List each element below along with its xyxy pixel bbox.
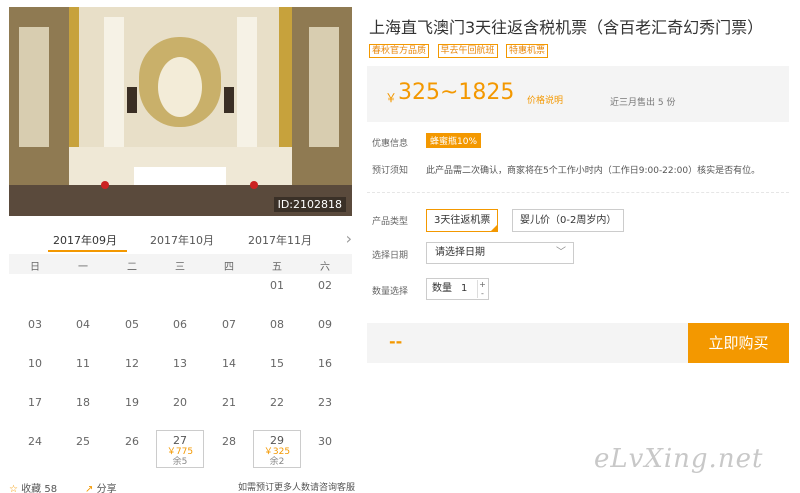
weekday-label: 四 — [224, 262, 234, 273]
tab-month-nov[interactable]: 2017年11月 — [248, 232, 312, 248]
calendar-day: 25 — [76, 435, 90, 448]
active-month-underline — [48, 250, 127, 252]
quantity-prefix: 数量 — [432, 283, 452, 294]
calendar-day: 28 — [222, 435, 236, 448]
price-note-link[interactable]: 价格说明 — [527, 93, 563, 106]
product-tags: 春秋官方品质 早去午回航班 特惠机票 — [369, 43, 553, 58]
calendar-day: 30 — [318, 435, 332, 448]
calendar-day: 17 — [28, 396, 42, 409]
favorite-button[interactable]: ☆ 收藏 58 — [9, 480, 57, 493]
selected-corner-icon — [490, 224, 499, 232]
weekday-label: 一 — [78, 262, 88, 273]
calendar-day-available[interactable]: 29 ￥325 余2 — [253, 430, 301, 468]
share-button[interactable]: ↗ 分享 — [85, 480, 117, 493]
discount-label: 优惠信息 — [372, 139, 409, 149]
price-box: ￥ 325~1825 价格说明 近三月售出 5 份 — [367, 66, 789, 122]
sold-count: 近三月售出 5 份 — [610, 98, 676, 108]
calendar-day: 04 — [76, 318, 90, 331]
star-icon: ☆ — [9, 484, 18, 493]
calendar-grid: 01 02 03 04 05 06 07 08 09 10 11 12 13 1… — [9, 274, 352, 472]
calendar-day: 02 — [318, 279, 332, 292]
calendar-day: 01 — [270, 279, 284, 292]
notice-text: 此产品需二次确认，商家将在5个工作小时内（工作日9:00-22:00）核实是否有… — [426, 166, 761, 176]
weekday-header: 日 一 二 三 四 五 六 — [9, 254, 352, 274]
date-label: 选择日期 — [372, 251, 409, 261]
weekday-label: 三 — [175, 262, 185, 273]
chevron-down-icon: ﹀ — [556, 247, 566, 258]
calendar-day: 08 — [270, 318, 284, 331]
calendar-day: 16 — [318, 357, 332, 370]
calendar-day: 09 — [318, 318, 332, 331]
product-tag: 特惠机票 — [506, 44, 549, 58]
weekday-label: 六 — [320, 262, 330, 273]
site-watermark: eLvXing.net — [594, 444, 764, 474]
tab-month-sep[interactable]: 2017年09月 — [53, 232, 117, 248]
quantity-steps: + - — [477, 280, 487, 298]
notice-label: 预订须知 — [372, 166, 409, 176]
calendar-day: 13 — [173, 357, 187, 370]
calendar-day: 06 — [173, 318, 187, 331]
product-type-label: 产品类型 — [372, 217, 409, 227]
calendar-day: 22 — [270, 396, 284, 409]
day-price: ￥325 — [263, 447, 291, 457]
discount-badge: 蜂蜜瓶10% — [426, 133, 482, 148]
favorite-label: 收藏 — [21, 484, 42, 493]
calendar-day: 21 — [222, 396, 236, 409]
product-tag: 春秋官方品质 — [369, 44, 430, 58]
day-stock: 余2 — [269, 457, 285, 467]
calendar-day: 24 — [28, 435, 42, 448]
option-infant-price[interactable]: 婴儿价（0-2周岁内） — [512, 209, 625, 232]
calendar-day: 12 — [125, 357, 139, 370]
calendar-day: 26 — [125, 435, 139, 448]
product-title: 上海直飞澳门3天往返含税机票（含百老汇奇幻秀门票） — [369, 18, 764, 37]
product-tag: 早去午回航班 — [437, 44, 498, 58]
weekday-label: 二 — [127, 262, 137, 273]
total-price: -- — [389, 332, 403, 351]
day-price: ￥775 — [166, 447, 194, 457]
calendar-day: 18 — [76, 396, 90, 409]
share-label: 分享 — [96, 484, 117, 493]
option-roundtrip-ticket[interactable]: 3天往返机票 — [426, 209, 499, 232]
quantity-stepper[interactable]: 数量 1 + - — [426, 278, 489, 300]
weekday-label: 五 — [272, 262, 282, 273]
tab-month-oct[interactable]: 2017年10月 — [150, 232, 214, 248]
calendar-day: 15 — [270, 357, 284, 370]
share-icon: ↗ — [85, 484, 94, 493]
chevron-right-icon[interactable]: › — [346, 229, 352, 248]
quantity-value[interactable]: 1 — [461, 279, 467, 299]
calendar-day: 10 — [28, 357, 42, 370]
calendar-day: 19 — [125, 396, 139, 409]
calendar-day: 23 — [318, 396, 332, 409]
product-photo: ID:2102818 — [9, 7, 352, 216]
buy-bar: -- 立即购买 — [367, 323, 789, 363]
calendar-day: 03 — [28, 318, 42, 331]
increment-button[interactable]: + — [479, 280, 486, 289]
currency-symbol: ￥ — [385, 91, 398, 105]
month-tabs: 2017年09月 2017年10月 2017年11月 › — [9, 226, 352, 252]
decrement-button[interactable]: - — [481, 289, 484, 298]
consult-note: 如需预订更多人数请咨询客服 — [238, 483, 356, 493]
calendar-day: 05 — [125, 318, 139, 331]
date-select[interactable]: 请选择日期 ﹀ — [426, 242, 574, 264]
divider — [367, 192, 789, 193]
calendar-day-available[interactable]: 27 ￥775 余5 — [156, 430, 204, 468]
calendar-day: 20 — [173, 396, 187, 409]
calendar-day: 11 — [76, 357, 90, 370]
quantity-label: 数量选择 — [372, 287, 409, 297]
day-stock: 余5 — [172, 457, 188, 467]
church-altar-image — [9, 7, 352, 216]
weekday-label: 日 — [30, 262, 40, 273]
price-range: 325~1825 — [398, 80, 515, 105]
calendar-day: 07 — [222, 318, 236, 331]
favorite-count: 58 — [44, 484, 58, 493]
buy-now-button[interactable]: 立即购买 — [688, 323, 789, 363]
photo-id-label: ID:2102818 — [273, 197, 346, 212]
footer-actions: ☆ 收藏 58 ↗ 分享 如需预订更多人数请咨询客服 — [9, 478, 356, 493]
calendar-day: 14 — [222, 357, 236, 370]
